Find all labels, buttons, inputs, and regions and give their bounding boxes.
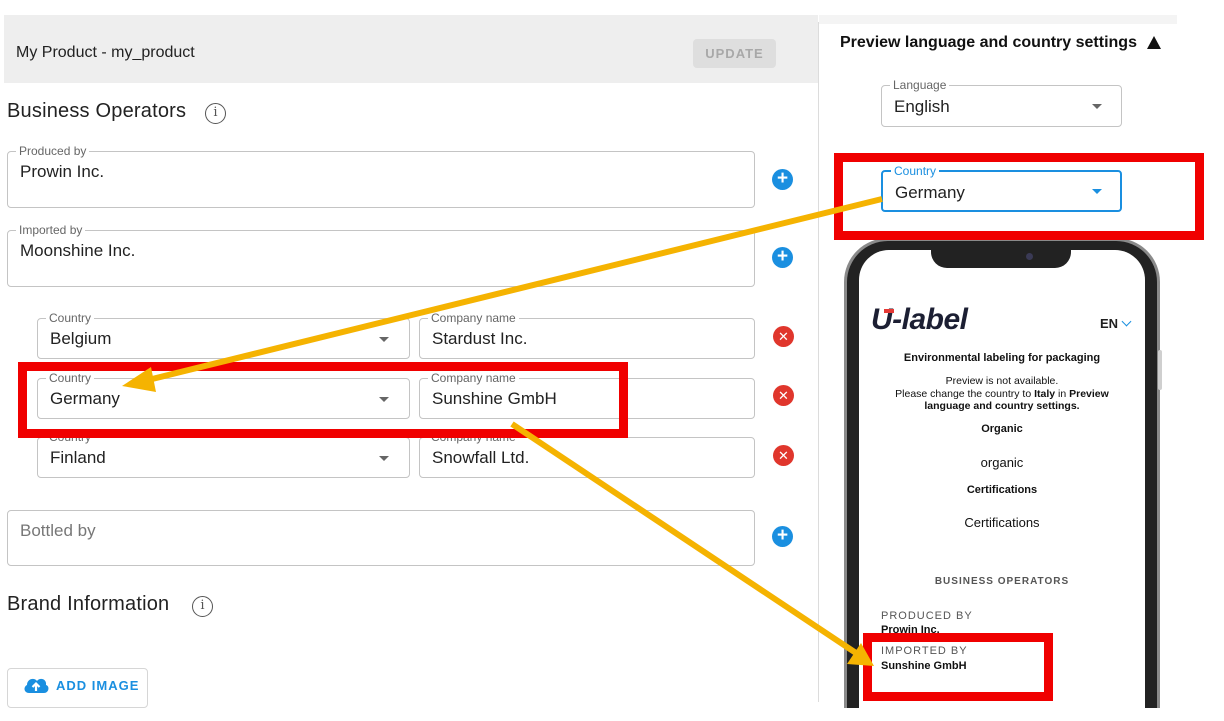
language-label: Language — [890, 78, 950, 92]
country-select[interactable]: Country Belgium — [37, 311, 410, 359]
info-icon[interactable]: i — [205, 103, 226, 124]
produced-by-caption: PRODUCED BY — [881, 610, 973, 622]
dropdown-arrow-icon — [379, 456, 389, 461]
highlight-preview-country — [834, 153, 1204, 240]
preview-settings-title[interactable]: Preview language and country settings — [840, 34, 1137, 52]
panel-top-bar — [819, 15, 1177, 24]
certifications-value: Certifications — [964, 515, 1040, 530]
company-name-value: Stardust Inc. — [432, 329, 528, 348]
company-name-value: Snowfall Ltd. — [432, 448, 530, 467]
company-name-field[interactable]: Company name Stardust Inc. — [419, 311, 755, 359]
language-select[interactable]: Language English — [881, 78, 1122, 127]
imported-by-value: Moonshine Inc. — [20, 241, 136, 260]
dropdown-arrow-icon — [379, 337, 389, 342]
highlight-imported-by — [863, 633, 1053, 701]
phone-side-button — [1158, 350, 1162, 390]
cloud-upload-icon — [22, 674, 50, 701]
produced-by-value: Prowin Inc. — [20, 162, 105, 181]
phone-subtitle: Environmental labeling for packaging — [903, 352, 1101, 364]
remove-row-button[interactable]: ✕ — [773, 326, 794, 347]
bottled-by-placeholder: Bottled by — [20, 521, 96, 540]
company-name-field[interactable]: Company name Snowfall Ltd. — [419, 430, 755, 478]
organic-heading: Organic — [981, 423, 1023, 435]
produced-by-label: Produced by — [16, 144, 90, 158]
logo-accent — [884, 309, 894, 313]
preview-notice-line3: language and country settings. — [924, 400, 1080, 412]
add-bottler-button[interactable]: + — [772, 526, 793, 547]
dropdown-arrow-icon — [1092, 104, 1102, 109]
add-producer-button[interactable]: + — [772, 169, 793, 190]
produced-by-field[interactable]: Produced by Prowin Inc. — [7, 144, 755, 208]
country-value: Belgium — [50, 329, 112, 348]
company-name-label: Company name — [428, 311, 519, 325]
add-image-button[interactable]: ADD IMAGE — [7, 668, 148, 708]
preview-notice-line2: Please change the country to Italy in Pr… — [895, 388, 1109, 400]
remove-row-button[interactable]: ✕ — [773, 445, 794, 466]
update-button[interactable]: UPDATE — [693, 39, 776, 68]
collapse-triangle-icon[interactable] — [1147, 36, 1161, 49]
imported-by-label: Imported by — [16, 223, 86, 237]
organic-value: organic — [980, 455, 1024, 470]
brand-information-heading: Brand Information — [7, 593, 170, 615]
bottled-by-field[interactable]: Bottled by — [7, 510, 755, 566]
country-value: Finland — [50, 448, 106, 467]
language-value: English — [894, 97, 950, 116]
language-code[interactable]: EN — [1100, 316, 1118, 331]
country-select[interactable]: Country Finland — [37, 430, 410, 478]
info-icon[interactable]: i — [192, 596, 213, 617]
business-operators-heading: Business Operators — [7, 100, 187, 122]
phone-camera — [1026, 253, 1033, 260]
country-label: Country — [46, 311, 95, 325]
remove-row-button[interactable]: ✕ — [773, 385, 794, 406]
business-operators-caption: BUSINESS OPERATORS — [934, 576, 1070, 587]
product-title: My Product - my_product — [16, 44, 195, 61]
panel-divider — [818, 22, 819, 702]
imported-by-field[interactable]: Imported by Moonshine Inc. — [7, 223, 755, 287]
phone-notch — [931, 246, 1071, 268]
preview-notice-line1: Preview is not available. — [945, 375, 1059, 387]
add-importer-button[interactable]: + — [772, 247, 793, 268]
certifications-heading: Certifications — [966, 484, 1038, 496]
highlight-germany-row — [18, 362, 628, 438]
add-image-label: ADD IMAGE — [56, 678, 140, 693]
product-header-bar: My Product - my_product UPDATE — [4, 15, 818, 83]
